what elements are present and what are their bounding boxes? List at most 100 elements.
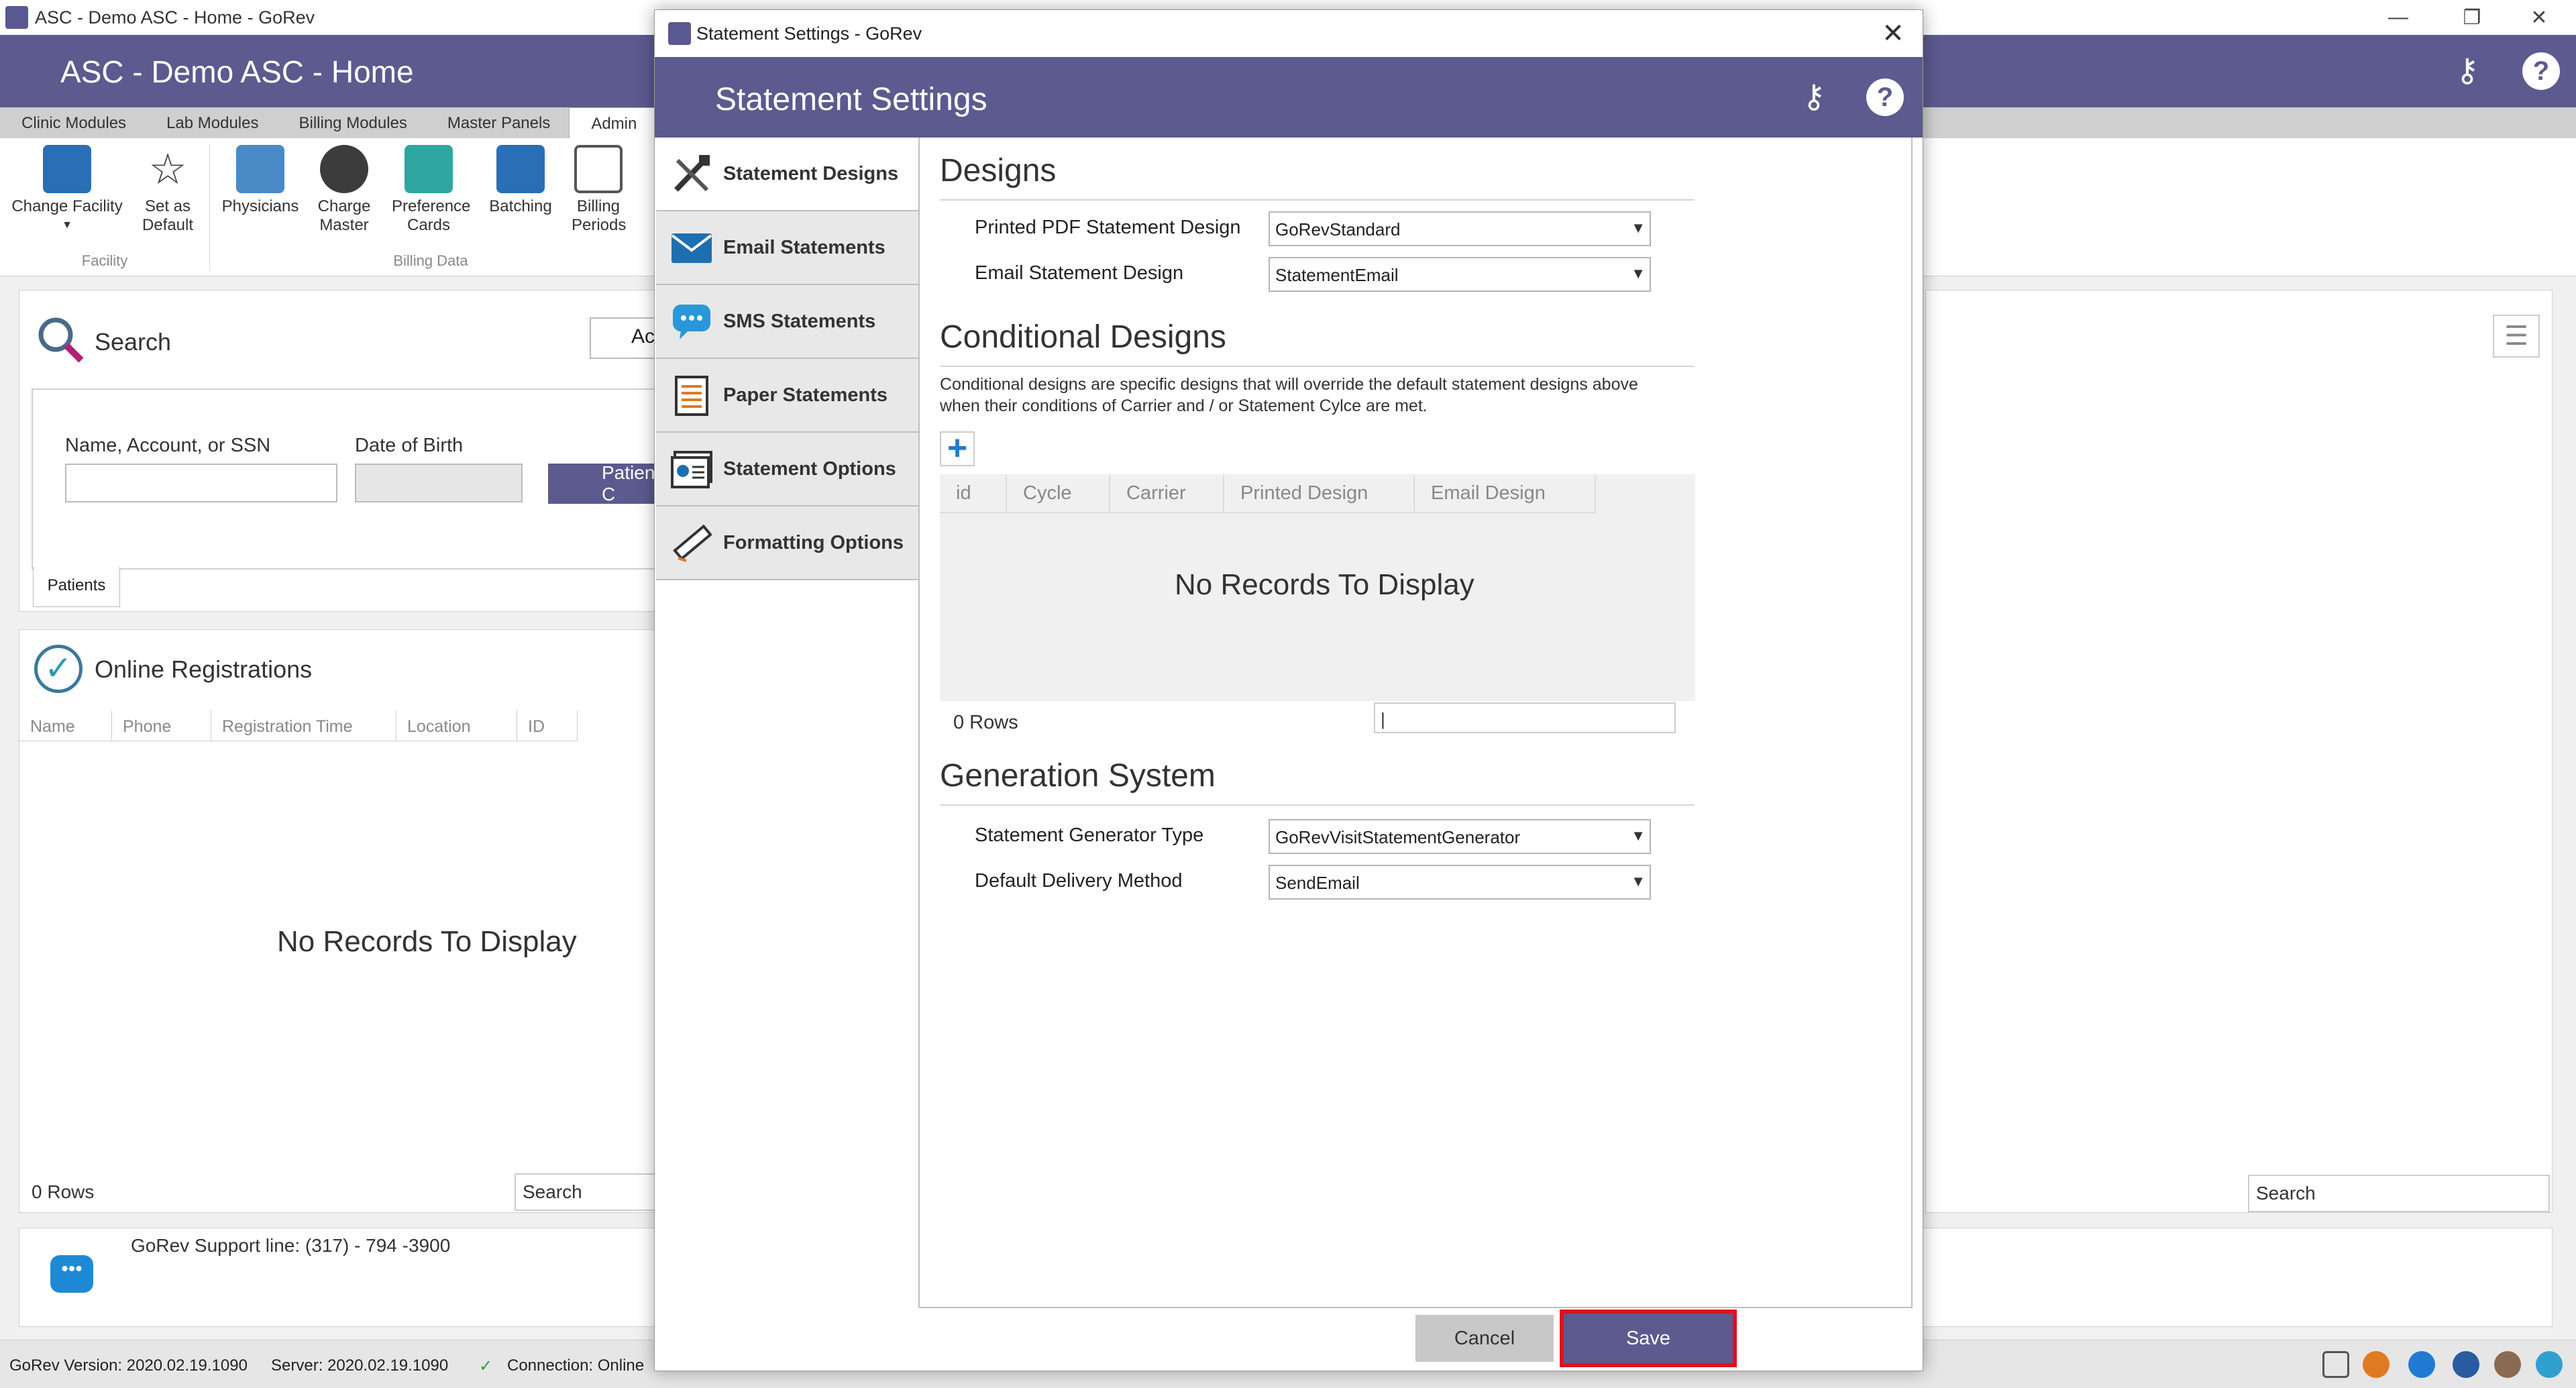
generation-system-heading: Generation System <box>940 758 1216 794</box>
nav-statement-options[interactable]: Statement Options <box>656 433 919 506</box>
save-button[interactable]: Save <box>1564 1314 1733 1363</box>
bug-icon[interactable] <box>2453 1351 2479 1378</box>
column-id[interactable]: id <box>940 474 1007 513</box>
column-phone[interactable]: Phone <box>112 710 211 741</box>
search-title: Search <box>95 328 172 356</box>
options-card-icon <box>669 447 714 492</box>
tools-icon <box>669 152 714 197</box>
column-name[interactable]: Name <box>19 710 112 741</box>
set-as-default-button[interactable]: ☆ Set as Default <box>134 145 201 235</box>
globe-icon[interactable] <box>2536 1351 2563 1378</box>
grid-search-input[interactable]: | <box>1374 702 1676 733</box>
name-account-ssn-input[interactable] <box>65 464 337 502</box>
dialog-titlebar: Statement Settings - GoRev ✕ <box>655 10 1923 57</box>
printed-design-select[interactable]: GoRevStandard ▼ <box>1269 211 1651 246</box>
app-close-icon[interactable]: ✕ <box>2502 0 2576 35</box>
ruler-icon <box>669 521 714 566</box>
tab-billing-modules[interactable]: Billing Modules <box>278 107 426 138</box>
registrations-search-input[interactable]: Search <box>515 1173 676 1211</box>
nav-formatting-options[interactable]: Formatting Options <box>656 506 919 580</box>
column-cycle[interactable]: Cycle <box>1007 474 1110 513</box>
cards-icon <box>405 145 453 193</box>
status-help-icon[interactable] <box>2408 1351 2435 1378</box>
right-search-input[interactable]: Search <box>2248 1175 2550 1212</box>
preference-cards-button[interactable]: Preference Cards <box>385 145 472 235</box>
column-email-design[interactable]: Email Design <box>1415 474 1596 513</box>
delivery-method-label: Default Delivery Method <box>975 870 1183 892</box>
chevron-down-icon: ▼ <box>1631 265 1646 282</box>
add-condition-button[interactable]: + <box>940 431 975 466</box>
generator-type-label: Statement Generator Type <box>975 824 1204 846</box>
generator-type-select[interactable]: GoRevVisitStatementGenerator ▼ <box>1269 819 1651 854</box>
chevron-down-icon: ▼ <box>1631 873 1646 890</box>
dob-label: Date of Birth <box>355 435 464 456</box>
nav-email-statements[interactable]: Email Statements <box>656 211 919 285</box>
keys-icon[interactable]: ⚷ <box>1795 78 1833 116</box>
tab-lab-modules[interactable]: Lab Modules <box>145 107 277 138</box>
keys-icon[interactable]: ⚷ <box>2449 52 2486 90</box>
row-count: 0 Rows <box>32 1181 95 1202</box>
date-of-birth-input[interactable] <box>355 464 523 502</box>
notes-icon[interactable] <box>2322 1351 2349 1378</box>
conditional-description: Conditional designs are specific designs… <box>940 375 1638 415</box>
empty-message: No Records To Display <box>1175 568 1474 601</box>
column-carrier[interactable]: Carrier <box>1110 474 1224 513</box>
chevron-down-icon: ▼ <box>1631 827 1646 844</box>
checkmark-circle-icon: ✓ <box>34 645 83 693</box>
version-text: GoRev Version: 2020.02.19.1090 <box>9 1356 248 1375</box>
column-registration-time[interactable]: Registration Time <box>211 710 396 741</box>
tab-patients[interactable]: Patients <box>33 567 120 607</box>
physicians-button[interactable]: Physicians <box>219 145 302 216</box>
calendar-icon <box>574 145 623 193</box>
online-registrations-panel: ✓ Online Registrations Name Phone Regist… <box>19 629 676 1213</box>
envelope-icon <box>669 226 714 270</box>
gorev-logo-icon <box>5 6 28 29</box>
document-icon <box>669 374 714 418</box>
user-icon[interactable] <box>2494 1351 2521 1378</box>
nav-statement-designs[interactable]: Statement Designs <box>656 138 919 211</box>
help-icon[interactable]: ? <box>2522 52 2560 90</box>
delivery-method-select[interactable]: SendEmail ▼ <box>1269 865 1651 900</box>
connection-text: Connection: Online <box>507 1356 645 1375</box>
server-text: Server: 2020.02.19.1090 <box>271 1356 449 1375</box>
tab-master-panels[interactable]: Master Panels <box>426 107 569 138</box>
chat-icon[interactable]: ••• <box>50 1255 93 1293</box>
tab-clinic-modules[interactable]: Clinic Modules <box>0 107 145 138</box>
star-icon: ☆ <box>148 145 187 193</box>
ribbon-group-facility: Facility <box>81 252 128 269</box>
column-printed-design[interactable]: Printed Design <box>1224 474 1415 513</box>
conditional-designs-grid: id Cycle Carrier Printed Design Email De… <box>940 474 1695 701</box>
row-count: 0 Rows <box>953 712 1018 733</box>
medical-folder-icon <box>496 145 545 193</box>
registrations-title: Online Registrations <box>95 655 313 683</box>
section-divider <box>940 366 1695 367</box>
dollar-gear-icon <box>320 145 368 193</box>
batching-button[interactable]: Batching <box>480 145 561 216</box>
email-design-select[interactable]: StatementEmail ▼ <box>1269 257 1651 292</box>
column-id[interactable]: ID <box>517 710 578 741</box>
close-icon[interactable]: ✕ <box>1873 17 1913 50</box>
column-location[interactable]: Location <box>396 710 517 741</box>
empty-message: No Records To Display <box>277 925 577 958</box>
settings-icon[interactable] <box>2363 1351 2390 1378</box>
charge-master-button[interactable]: Charge Master <box>307 145 381 235</box>
chat-bubble-icon <box>669 300 714 344</box>
minimize-icon[interactable]: — <box>2361 0 2435 35</box>
nav-paper-statements[interactable]: Paper Statements <box>656 359 919 433</box>
cancel-button[interactable]: Cancel <box>1415 1315 1554 1362</box>
billing-periods-button[interactable]: Billing Periods <box>564 145 633 235</box>
help-icon[interactable]: ? <box>1866 78 1904 116</box>
right-panel: ☰ Search <box>1925 290 2553 1213</box>
conditional-designs-heading: Conditional Designs <box>940 319 1226 355</box>
hamburger-menu-icon[interactable]: ☰ <box>2493 315 2540 358</box>
registrations-header: Name Phone Registration Time Location ID <box>19 710 578 741</box>
designs-heading: Designs <box>940 153 1057 189</box>
restore-icon[interactable]: ❐ <box>2435 0 2509 35</box>
name-label: Name, Account, or SSN <box>65 435 271 456</box>
section-divider <box>940 199 1695 201</box>
tab-admin[interactable]: Admin <box>569 107 657 138</box>
nav-sms-statements[interactable]: SMS Statements <box>656 285 919 359</box>
dialog-header: Statement Settings ⚷ ? <box>655 57 1923 138</box>
support-line: GoRev Support line: (317) - 794 -3900 <box>131 1235 451 1256</box>
change-facility-button[interactable]: Change Facility ▼ <box>7 145 127 235</box>
